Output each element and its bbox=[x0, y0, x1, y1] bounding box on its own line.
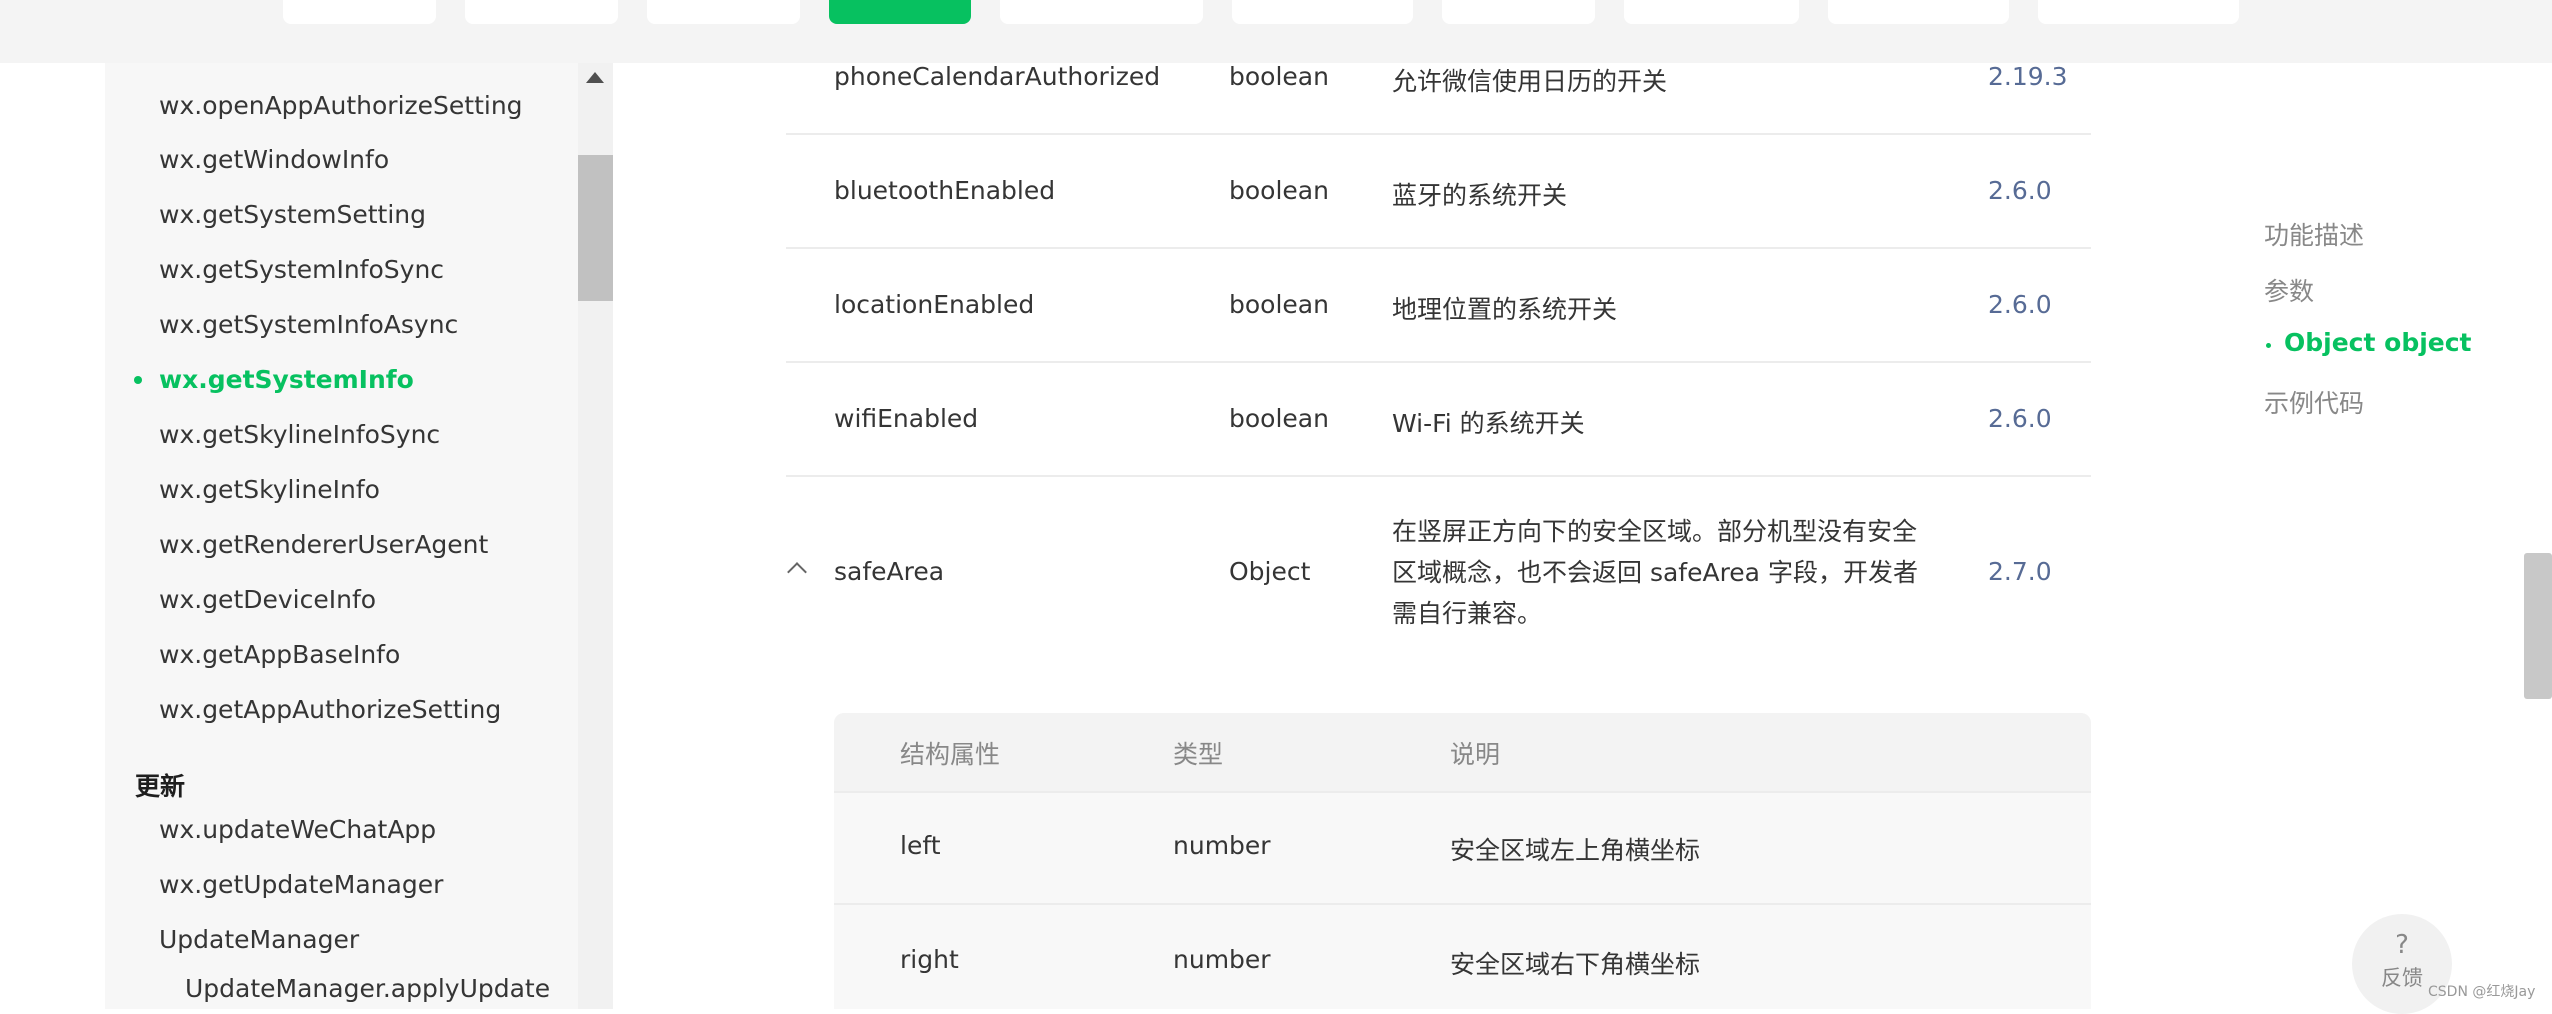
nested-header-type: 类型 bbox=[1173, 740, 1224, 769]
property-name: wifiEnabled bbox=[834, 404, 979, 433]
top-nav-tab-3[interactable] bbox=[647, 0, 800, 24]
sidebar-item[interactable]: wx.getSkylineInfo bbox=[159, 475, 380, 504]
scroll-up-icon[interactable] bbox=[586, 72, 604, 83]
property-type: boolean bbox=[1229, 404, 1329, 433]
property-desc: 在竖屏正方向下的安全区域。部分机型没有安全区域概念，也不会返回 safeArea… bbox=[1392, 517, 1918, 628]
toc-item[interactable]: 示例代码 bbox=[2264, 384, 2364, 420]
sidebar: wx.openAppAuthorizeSetting wx.getWindowI… bbox=[105, 63, 578, 1009]
sidebar-item[interactable]: wx.getAppAuthorizeSetting bbox=[159, 695, 501, 724]
sidebar-item[interactable]: UpdateManager bbox=[159, 925, 359, 954]
version-link[interactable]: 2.6.0 bbox=[1988, 176, 2052, 205]
top-nav-tab-6[interactable] bbox=[1232, 0, 1413, 24]
sidebar-item[interactable]: wx.getRendererUserAgent bbox=[159, 530, 488, 559]
page-scrollbar-thumb[interactable] bbox=[2524, 553, 2552, 699]
property-name: locationEnabled bbox=[834, 290, 1035, 319]
sidebar-item[interactable]: wx.openAppAuthorizeSetting bbox=[159, 91, 523, 120]
watermark: CSDN @红烧Jay bbox=[2428, 984, 2536, 1000]
top-nav-tab-10[interactable] bbox=[2038, 0, 2239, 24]
row-divider bbox=[834, 791, 2091, 793]
property-name: safeArea bbox=[834, 557, 945, 586]
nested-property-table: 结构属性 类型 说明 left number 安全区域左上角横坐标 right … bbox=[834, 713, 2091, 1009]
property-type: boolean bbox=[1229, 176, 1329, 205]
version-link[interactable]: 2.19.3 bbox=[1988, 62, 2068, 91]
top-nav-tab-1[interactable] bbox=[283, 0, 436, 24]
property-type: Object bbox=[1229, 557, 1311, 586]
row-divider bbox=[786, 247, 2091, 249]
nested-desc: 安全区域左上角横坐标 bbox=[1450, 836, 1701, 865]
sidebar-item[interactable]: wx.getAppBaseInfo bbox=[159, 640, 400, 669]
nested-header-prop: 结构属性 bbox=[900, 740, 1001, 769]
sidebar-item[interactable]: wx.getDeviceInfo bbox=[159, 585, 376, 614]
nested-prop: right bbox=[900, 945, 959, 974]
property-desc: Wi-Fi 的系统开关 bbox=[1392, 409, 1585, 438]
row-divider bbox=[834, 903, 2091, 905]
sidebar-item[interactable]: wx.getWindowInfo bbox=[159, 145, 389, 174]
top-nav-tab-9[interactable] bbox=[1828, 0, 2009, 24]
top-nav bbox=[0, 0, 2552, 63]
sidebar-item[interactable]: wx.getUpdateManager bbox=[159, 870, 443, 899]
property-type: boolean bbox=[1229, 62, 1329, 91]
toc-item[interactable]: 功能描述 bbox=[2264, 216, 2364, 252]
version-link[interactable]: 2.6.0 bbox=[1988, 404, 2052, 433]
property-desc: 允许微信使用日历的开关 bbox=[1392, 67, 1668, 96]
property-name: bluetoothEnabled bbox=[834, 176, 1056, 205]
chevron-up-icon[interactable] bbox=[787, 562, 807, 582]
nested-desc: 安全区域右下角横坐标 bbox=[1450, 950, 1701, 979]
version-link[interactable]: 2.7.0 bbox=[1988, 557, 2052, 586]
top-nav-tab-7[interactable] bbox=[1442, 0, 1595, 24]
property-desc: 地理位置的系统开关 bbox=[1392, 295, 1618, 324]
nested-type: number bbox=[1173, 831, 1271, 860]
top-nav-tab-5[interactable] bbox=[1000, 0, 1203, 24]
sidebar-sub-item[interactable]: UpdateManager.applyUpdate bbox=[185, 974, 550, 1003]
version-link[interactable]: 2.6.0 bbox=[1988, 290, 2052, 319]
sidebar-item[interactable]: wx.updateWeChatApp bbox=[159, 815, 436, 844]
sidebar-section-heading: 更新 bbox=[135, 772, 186, 801]
sidebar-item[interactable]: wx.getSystemInfoAsync bbox=[159, 310, 458, 339]
nested-type: number bbox=[1173, 945, 1271, 974]
question-icon: ? bbox=[2395, 930, 2409, 960]
sidebar-scrollbar-thumb[interactable] bbox=[578, 155, 613, 301]
toc-active-dot bbox=[2266, 343, 2271, 348]
sidebar-item[interactable]: wx.getSkylineInfoSync bbox=[159, 420, 440, 449]
sidebar-item-active[interactable]: wx.getSystemInfo bbox=[159, 365, 414, 394]
nested-prop: left bbox=[900, 831, 941, 860]
active-indicator-dot bbox=[134, 376, 142, 384]
row-divider bbox=[786, 133, 2091, 135]
property-desc: 蓝牙的系统开关 bbox=[1392, 181, 1568, 210]
nested-header-desc: 说明 bbox=[1450, 740, 1501, 769]
property-name: phoneCalendarAuthorized bbox=[834, 62, 1161, 91]
property-type: boolean bbox=[1229, 290, 1329, 319]
top-nav-tab-8[interactable] bbox=[1624, 0, 1799, 24]
top-nav-tab-active[interactable] bbox=[829, 0, 971, 24]
row-divider bbox=[786, 475, 2091, 477]
toc-item[interactable]: 参数 bbox=[2264, 272, 2314, 308]
top-nav-tab-2[interactable] bbox=[465, 0, 618, 24]
sidebar-item[interactable]: wx.getSystemInfoSync bbox=[159, 255, 444, 284]
row-divider bbox=[786, 361, 2091, 363]
toc-item-active[interactable]: Object object bbox=[2284, 328, 2472, 357]
sidebar-item[interactable]: wx.getSystemSetting bbox=[159, 200, 426, 229]
